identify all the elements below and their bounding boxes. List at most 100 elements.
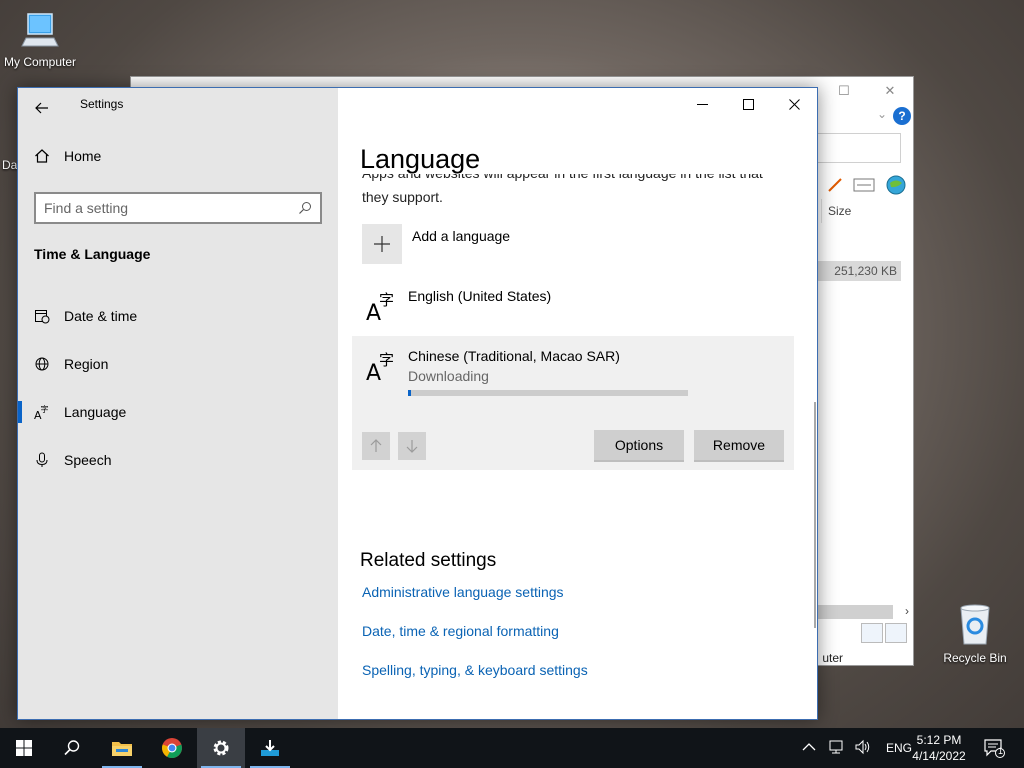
action-center-button[interactable]: 1: [972, 728, 1016, 768]
gear-icon: [213, 740, 229, 756]
properties-icon[interactable]: [853, 177, 875, 193]
installer-icon: [261, 740, 279, 756]
view-toggle: [861, 623, 907, 643]
sidebar-item-label: Date & time: [64, 308, 138, 324]
clock-date: 4/14/2022: [912, 749, 966, 763]
calendar-clock-icon: [34, 308, 50, 324]
settings-sidebar: Settings Home Find a setting Time & Lang…: [18, 88, 338, 719]
move-down-button[interactable]: [398, 432, 426, 460]
sidebar-item-region[interactable]: Region: [18, 340, 338, 388]
language-icon: A字: [362, 286, 398, 326]
horizontal-scrollbar[interactable]: [813, 605, 893, 619]
explorer-toolbar: [811, 173, 907, 197]
desktop-icon-label: My Computer: [3, 55, 77, 69]
settings-window[interactable]: Settings Home Find a setting Time & Lang…: [17, 87, 818, 720]
remove-button[interactable]: Remove: [694, 430, 784, 462]
search-input[interactable]: Find a setting: [34, 192, 322, 224]
sidebar-item-speech[interactable]: Speech: [18, 436, 338, 484]
desktop-icon-recycle-bin[interactable]: Recycle Bin: [935, 602, 1015, 665]
move-up-button[interactable]: [362, 432, 390, 460]
taskbar: ENG 5:12 PM 4/14/2022 1: [0, 728, 1024, 768]
desktop-icon-label: Recycle Bin: [943, 651, 1007, 665]
chrome-icon: [162, 738, 182, 759]
taskbar-chrome[interactable]: [148, 728, 196, 768]
details-view-icon[interactable]: [861, 623, 883, 643]
desktop-partial-label: Da: [2, 158, 18, 172]
help-icon[interactable]: ?: [893, 107, 911, 125]
download-status: Downloading: [408, 368, 489, 384]
back-button[interactable]: [28, 94, 56, 122]
add-language-button[interactable]: Add a language: [362, 224, 510, 264]
language-item-header: A字 Chinese (Traditional, Macao SAR) Down…: [362, 346, 620, 386]
settings-content: Language Apps and websites will appear i…: [338, 88, 817, 719]
close-button[interactable]: [771, 88, 817, 120]
chevron-down-icon[interactable]: ⌄: [877, 107, 887, 121]
options-button[interactable]: Options: [594, 430, 684, 462]
language-name: Chinese (Traditional, Macao SAR): [408, 348, 620, 364]
computer-icon: [21, 13, 59, 47]
search-icon: [64, 740, 80, 756]
chevron-right-icon[interactable]: ›: [905, 604, 909, 618]
sidebar-item-label: Home: [64, 148, 102, 164]
svg-text:字: 字: [41, 404, 49, 414]
folder-icon: [112, 742, 132, 756]
search-icon[interactable]: [298, 201, 312, 215]
explorer-search-input[interactable]: [809, 133, 901, 163]
sidebar-nav: Date & time Region A字 Language Speech: [18, 292, 338, 484]
language-item-chinese-macao[interactable]: A字 Chinese (Traditional, Macao SAR) Down…: [352, 336, 794, 470]
maximize-icon[interactable]: ☐: [821, 77, 867, 105]
system-tray: ENG: [802, 728, 912, 768]
edit-icon[interactable]: [827, 177, 843, 193]
search-button[interactable]: [48, 728, 96, 768]
minimize-icon: [696, 103, 708, 105]
sidebar-item-language[interactable]: A字 Language: [18, 388, 338, 436]
taskbar-settings[interactable]: [197, 728, 245, 768]
page-title: Language: [360, 144, 481, 174]
explorer-window-controls: ☐ ✕: [821, 77, 913, 105]
desktop-icon-my-computer[interactable]: My Computer: [0, 10, 80, 69]
volume-icon[interactable]: [854, 739, 872, 758]
home-icon: [35, 149, 49, 163]
link-administrative-language-settings[interactable]: Administrative language settings: [362, 584, 564, 600]
vertical-scrollbar[interactable]: [814, 402, 816, 628]
recycle-bin-icon: [960, 604, 990, 645]
language-icon: A字: [362, 346, 398, 386]
add-language-label: Add a language: [412, 228, 511, 244]
microphone-icon: [34, 452, 50, 468]
network-icon[interactable]: [826, 739, 844, 758]
sidebar-section-title: Time & Language: [34, 246, 151, 262]
maximize-button[interactable]: [725, 88, 771, 120]
svg-text:字: 字: [379, 291, 394, 309]
thumbnails-view-icon[interactable]: [885, 623, 907, 643]
clock-time: 5:12 PM: [916, 733, 962, 747]
taskbar-file-explorer[interactable]: [98, 728, 146, 768]
window-controls: [679, 88, 817, 120]
explorer-status-text: uter: [822, 651, 843, 665]
related-settings-title: Related settings: [360, 550, 497, 571]
start-button[interactable]: [0, 728, 48, 768]
language-item-english[interactable]: A字 English (United States): [362, 286, 551, 326]
globe-icon: [34, 356, 50, 372]
close-icon: [788, 98, 800, 110]
maximize-icon: [742, 98, 754, 110]
sidebar-item-home[interactable]: Home: [34, 148, 101, 164]
svg-text:字: 字: [379, 351, 394, 369]
minimize-button[interactable]: [679, 88, 725, 120]
close-icon[interactable]: ✕: [867, 77, 913, 105]
language-icon: A字: [34, 404, 50, 420]
link-spelling-typing-keyboard-settings[interactable]: Spelling, typing, & keyboard settings: [362, 662, 588, 678]
chevron-up-icon[interactable]: [802, 741, 816, 755]
description-text-clipped: Apps and websites will appear in the fir…: [362, 174, 782, 188]
globe-icon[interactable]: [885, 174, 907, 196]
window-title: Settings: [80, 97, 124, 111]
taskbar-app[interactable]: [246, 728, 294, 768]
taskbar-clock[interactable]: 5:12 PM 4/14/2022: [906, 732, 972, 764]
arrow-down-icon: [406, 440, 418, 453]
sidebar-item-date-time[interactable]: Date & time: [18, 292, 338, 340]
windows-logo-icon: [16, 740, 32, 756]
link-date-time-regional-formatting[interactable]: Date, time & regional formatting: [362, 623, 559, 639]
sidebar-item-label: Language: [64, 404, 127, 420]
column-header-size[interactable]: Size: [821, 199, 905, 223]
progress-fill: [408, 390, 411, 396]
file-size-cell[interactable]: 251,230 KB: [805, 261, 901, 281]
